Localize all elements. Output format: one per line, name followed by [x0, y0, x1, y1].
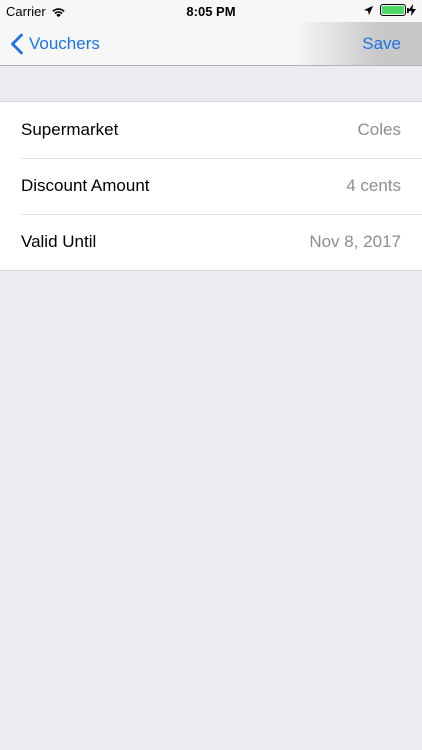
status-time: 8:05 PM: [186, 4, 236, 19]
battery-icon: [380, 4, 409, 16]
battery-cap: [407, 8, 409, 13]
save-button[interactable]: Save: [362, 22, 401, 66]
screen: Carrier 8:05 PM Vouchers Save Supermarke…: [0, 0, 422, 750]
valid-until-label: Valid Until: [21, 232, 97, 251]
back-button-label: Vouchers: [29, 34, 100, 53]
location-arrow-icon: [363, 5, 374, 15]
discount-amount-label: Discount Amount: [21, 176, 150, 195]
discount-amount-value: 4 cents: [346, 176, 401, 195]
supermarket-value: Coles: [357, 120, 401, 139]
status-bar: Carrier 8:05 PM: [0, 0, 422, 22]
voucher-details-table: Supermarket Coles Discount Amount 4 cent…: [0, 101, 422, 271]
charging-bolt-icon: [408, 4, 416, 16]
status-right: [363, 4, 416, 16]
supermarket-label: Supermarket: [21, 120, 119, 139]
navigation-bar: Vouchers Save: [0, 22, 422, 66]
supermarket-row[interactable]: Supermarket Coles: [0, 102, 422, 158]
discount-amount-row[interactable]: Discount Amount 4 cents: [0, 158, 422, 214]
back-button[interactable]: Vouchers: [10, 22, 100, 66]
valid-until-value: Nov 8, 2017: [309, 232, 401, 251]
valid-until-row[interactable]: Valid Until Nov 8, 2017: [0, 214, 422, 270]
chevron-left-icon: [11, 33, 23, 55]
battery-fill: [382, 6, 404, 14]
